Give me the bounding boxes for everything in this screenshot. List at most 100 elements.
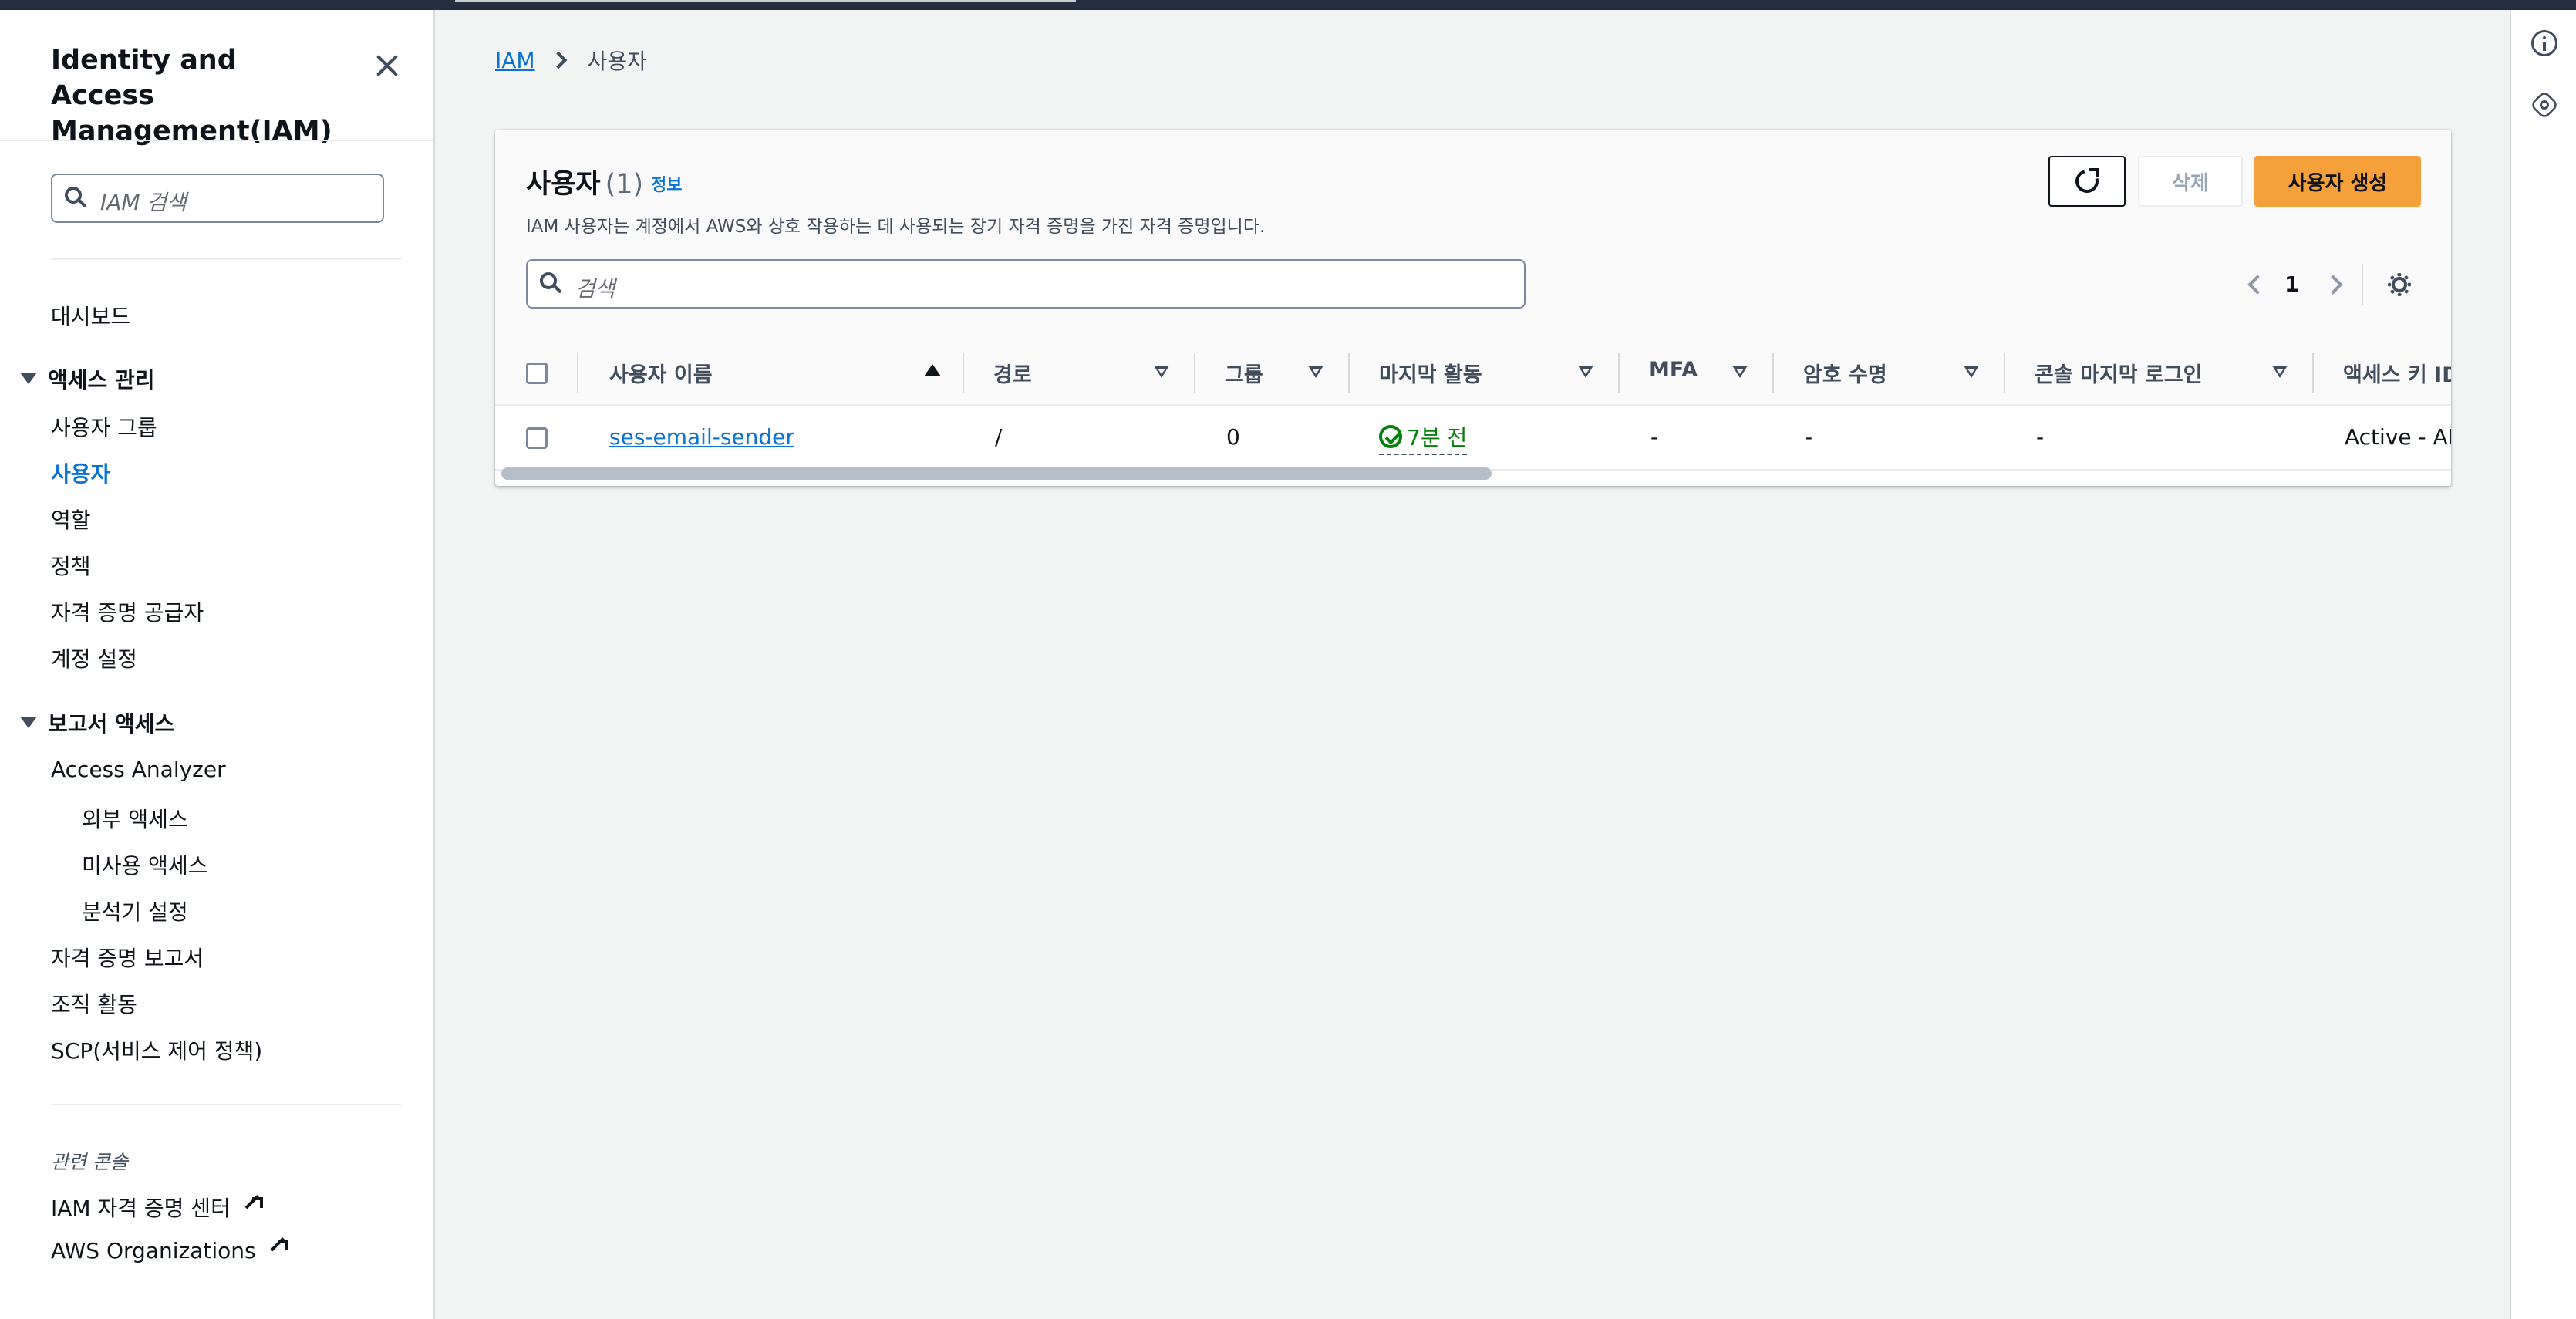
cell-password-age: - [1805,424,1813,450]
column-divider [1194,353,1195,393]
column-header-username[interactable]: 사용자 이름 [609,358,713,388]
check-circle-icon [1379,425,1402,448]
info-link[interactable]: 정보 [651,171,682,196]
page-description: IAM 사용자는 계정에서 AWS와 상호 작용하는 데 사용되는 장기 자격 … [526,217,1266,237]
link-label: AWS Organizations [51,1238,256,1263]
cell-groups: 0 [1226,424,1240,450]
column-divider [1348,353,1350,393]
info-icon[interactable] [2531,30,2557,56]
sidebar-item-organization-activity[interactable]: 조직 활동 [51,988,137,1019]
cell-path: / [995,424,1003,450]
link-label: IAM 자격 증명 센터 [51,1196,231,1221]
table-header-area: 사용자 (1) 정보 IAM 사용자는 계정에서 AWS와 상호 작용하는 데 사… [495,130,2451,341]
sidebar-item-user-groups[interactable]: 사용자 그룹 [51,411,157,442]
caret-down-icon[interactable] [20,717,37,728]
divider [0,140,433,141]
sidebar-item-roles[interactable]: 역할 [51,504,91,535]
sidebar-item-external-access[interactable]: 외부 액세스 [82,803,188,834]
last-activity-text: 7분 전 [1407,425,1468,450]
refresh-button[interactable] [2048,156,2126,207]
create-user-button[interactable]: 사용자 생성 [2254,156,2421,207]
chevron-right-icon [549,51,567,69]
sidebar-section-related-consoles: 관련 콘솔 [51,1151,128,1173]
sort-icon[interactable] [2272,366,2288,378]
chevron-right-icon[interactable] [2323,275,2343,295]
sort-icon[interactable] [1154,366,1169,378]
external-link-icon [238,1195,263,1219]
right-utility-rail [2510,10,2576,1319]
column-divider [963,353,964,393]
search-icon [65,187,88,210]
page-number[interactable]: 1 [2284,272,2299,297]
divider [51,258,401,260]
sort-ascending-icon[interactable] [924,364,941,376]
column-header-console-last-signin[interactable]: 콘솔 마지막 로그인 [2035,358,2203,388]
top-navigation-bar [0,0,2576,10]
tab-indicator [455,0,1076,2]
table-row: ses-email-sender / 0 7분 전 - - - Active -… [495,406,2451,471]
sidebar-item-identity-providers[interactable]: 자격 증명 공급자 [51,596,204,627]
search-icon [540,272,563,295]
external-link-icon [264,1237,288,1261]
column-header-path[interactable]: 경로 [993,358,1032,388]
delete-button[interactable]: 삭제 [2138,156,2243,207]
sidebar: Identity and Access Management(IAM) IAM … [0,10,435,1319]
chevron-left-icon[interactable] [2247,275,2267,295]
column-divider [577,353,578,393]
hexagon-icon[interactable] [2529,89,2560,120]
sidebar-item-policies[interactable]: 정책 [51,550,91,581]
gear-icon[interactable] [2386,272,2412,298]
close-icon[interactable] [372,50,403,81]
sidebar-item-unused-access[interactable]: 미사용 액세스 [82,849,207,880]
cell-last-activity: 7분 전 [1379,421,1468,455]
title-text: 사용자 [526,169,601,200]
column-divider [2004,353,2005,393]
breadcrumb: IAM 사용자 [495,45,647,76]
select-all-checkbox[interactable] [526,363,548,384]
sidebar-item-credential-report[interactable]: 자격 증명 보고서 [51,942,204,973]
last-activity-status[interactable]: 7분 전 [1379,421,1468,455]
caret-down-icon[interactable] [20,373,37,384]
sidebar-link-identity-center[interactable]: IAM 자격 증명 센터 [51,1192,263,1223]
column-divider [1618,353,1620,393]
column-header-access-key-id[interactable]: 액세스 키 ID [2343,358,2451,388]
column-header-mfa[interactable]: MFA [1649,358,1698,382]
user-count: (1) [605,169,644,200]
table-search-input[interactable]: 검색 [526,259,1526,309]
row-checkbox[interactable] [526,427,548,449]
sidebar-item-dashboard[interactable]: 대시보드 [51,300,130,331]
breadcrumb-current: 사용자 [587,49,647,74]
users-table-container: 사용자 (1) 정보 IAM 사용자는 계정에서 AWS와 상호 작용하는 데 사… [495,130,2451,486]
sort-icon[interactable] [1308,366,1323,378]
sidebar-section-access-management[interactable]: 액세스 관리 [48,363,155,394]
sidebar-item-access-analyzer[interactable]: Access Analyzer [51,757,226,782]
sidebar-item-analyzer-settings[interactable]: 분석기 설정 [82,896,188,926]
cell-username: ses-email-sender [609,424,794,450]
sidebar-search-placeholder: IAM 검색 [100,190,187,215]
sidebar-section-access-reports[interactable]: 보고서 액세스 [48,707,174,738]
column-header-groups[interactable]: 그룹 [1225,358,1263,388]
column-divider [2312,353,2314,393]
column-header-last-activity[interactable]: 마지막 활동 [1379,358,1482,388]
sidebar-item-account-settings[interactable]: 계정 설정 [51,643,137,673]
sort-icon[interactable] [1964,366,1979,378]
divider [2362,264,2363,305]
cell-mfa: - [1650,424,1659,450]
table-search-placeholder: 검색 [575,276,615,302]
divider [51,1104,401,1105]
breadcrumb-iam[interactable]: IAM [495,48,535,73]
column-header-password-age[interactable]: 암호 수명 [1803,358,1887,388]
sidebar-item-scp[interactable]: SCP(서비스 제어 정책) [51,1034,262,1065]
sort-icon[interactable] [1732,366,1748,378]
sort-icon[interactable] [1578,366,1593,378]
sidebar-link-organizations[interactable]: AWS Organizations [51,1237,288,1263]
cell-access-key-id: Active - AK [2345,424,2451,450]
user-link[interactable]: ses-email-sender [609,424,794,450]
sidebar-title: Identity and Access Management(IAM) [51,45,332,147]
sidebar-search-input[interactable]: IAM 검색 [51,174,384,223]
horizontal-scrollbar[interactable] [501,467,1492,480]
column-divider [1772,353,1774,393]
sidebar-item-users[interactable]: 사용자 [51,457,110,488]
refresh-icon [2071,165,2103,197]
table-header-row: 사용자 이름 경로 그룹 마지막 활동 MFA 암호 수명 콘솔 마지막 로그인… [495,341,2451,406]
